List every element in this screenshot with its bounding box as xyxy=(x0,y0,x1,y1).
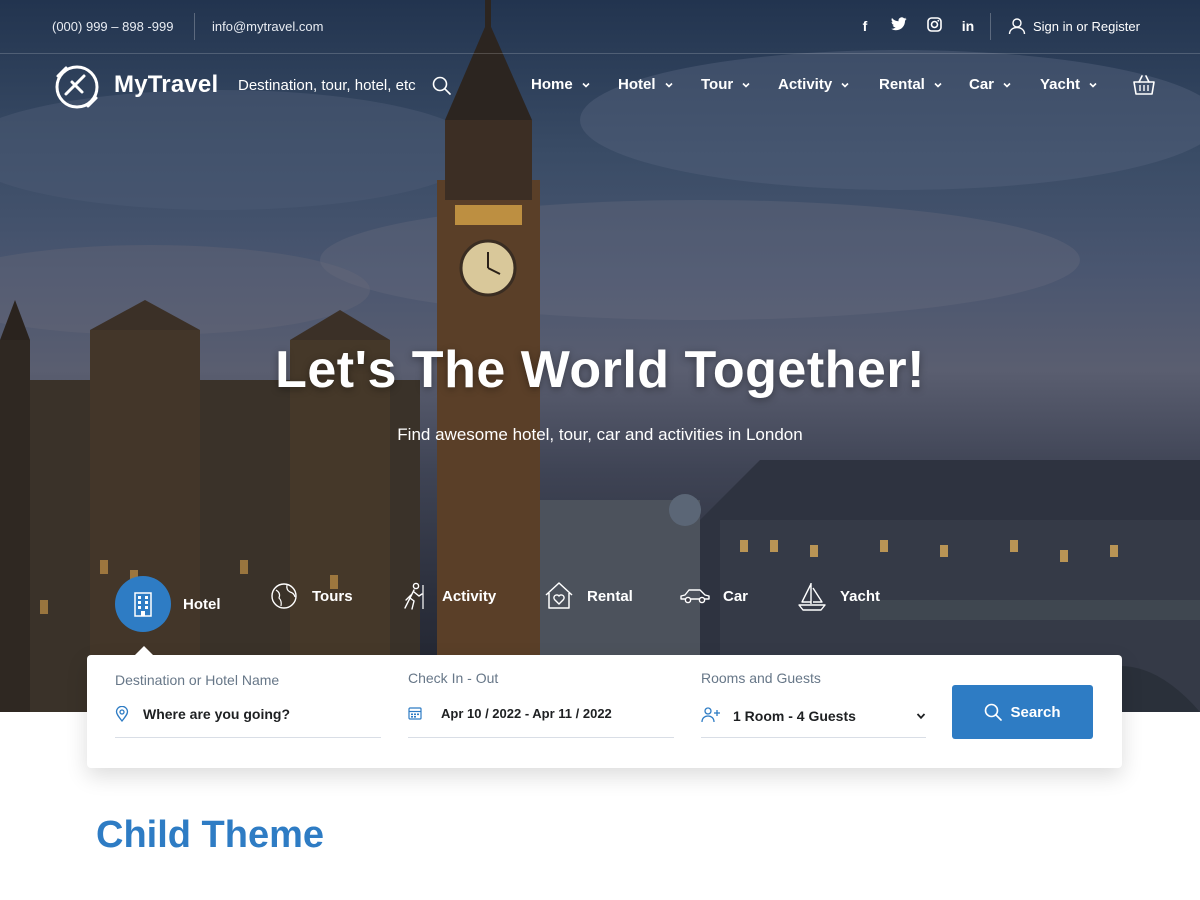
tab-rental-label: Rental xyxy=(587,587,633,605)
tab-activity[interactable]: Activity xyxy=(398,580,496,612)
tab-yacht[interactable]: Yacht xyxy=(796,580,880,612)
tab-pointer xyxy=(135,646,153,655)
tab-tours-label: Tours xyxy=(312,587,353,605)
nav-home[interactable]: Home xyxy=(531,76,591,93)
guests-label: Rooms and Guests xyxy=(701,670,821,686)
dates-label: Check In - Out xyxy=(408,670,499,686)
signin-link[interactable]: Sign in or Register xyxy=(1008,17,1140,35)
user-icon xyxy=(1008,18,1026,35)
house-heart-icon xyxy=(545,582,573,609)
header-search-input[interactable]: Destination, tour, hotel, etc xyxy=(238,77,416,94)
instagram-icon[interactable] xyxy=(925,17,943,35)
twitter-icon[interactable] xyxy=(890,17,908,35)
nav-tour[interactable]: Tour xyxy=(701,76,751,93)
search-icon xyxy=(985,703,1003,721)
sailboat-icon xyxy=(798,583,826,611)
cart-icon[interactable] xyxy=(1132,74,1156,96)
chevron-down-icon xyxy=(582,82,590,88)
chevron-down-icon xyxy=(664,82,673,88)
calendar-icon xyxy=(408,707,422,720)
nav-activity-label: Activity xyxy=(778,76,833,93)
nav-hotel-label: Hotel xyxy=(618,76,656,93)
nav-rental-label: Rental xyxy=(879,76,925,93)
signin-label: Sign in or Register xyxy=(1033,18,1140,34)
chevron-down-icon[interactable] xyxy=(916,712,926,720)
nav-hotel[interactable]: Hotel xyxy=(618,76,674,93)
chevron-down-icon xyxy=(1003,82,1011,88)
search-icon[interactable] xyxy=(432,76,451,95)
chevron-down-icon xyxy=(1089,82,1097,88)
tab-hotel[interactable] xyxy=(115,576,171,632)
facebook-icon[interactable]: f xyxy=(856,17,874,35)
tab-yacht-label: Yacht xyxy=(840,587,881,605)
search-form: Destination or Hotel Name Where are you … xyxy=(87,655,1122,768)
search-button-label: Search xyxy=(1010,703,1061,721)
phone-number[interactable]: (000) 999 – 898 -999 xyxy=(52,19,173,34)
tab-rental[interactable]: Rental xyxy=(543,580,633,612)
nav-tour-label: Tour xyxy=(701,76,734,93)
brand-name[interactable]: MyTravel xyxy=(114,71,218,99)
tab-car-label: Car xyxy=(723,587,749,605)
email-address[interactable]: info@mytravel.com xyxy=(212,19,323,34)
tab-tours[interactable]: Tours xyxy=(268,580,353,612)
chevron-down-icon xyxy=(934,82,942,88)
linkedin-icon[interactable]: in xyxy=(959,17,977,35)
search-button[interactable]: Search xyxy=(952,685,1093,739)
destination-underline xyxy=(115,737,381,738)
chevron-down-icon xyxy=(742,82,750,88)
top-bar: (000) 999 – 898 -999 info@mytravel.com f… xyxy=(0,0,1200,54)
nav-rental[interactable]: Rental xyxy=(879,76,943,93)
map-pin-icon xyxy=(115,706,129,722)
nav-car-label: Car xyxy=(969,76,995,93)
globe-icon xyxy=(271,583,297,609)
topbar-divider xyxy=(194,13,195,40)
dates-underline xyxy=(408,737,674,738)
nav-activity[interactable]: Activity xyxy=(778,76,850,93)
topbar-divider xyxy=(990,13,991,40)
nav-yacht[interactable]: Yacht xyxy=(1040,76,1098,93)
nav-car[interactable]: Car xyxy=(969,76,1012,93)
destination-label: Destination or Hotel Name xyxy=(115,672,280,688)
car-icon xyxy=(680,589,710,604)
guests-icon xyxy=(701,707,720,723)
section-title: Child Theme xyxy=(96,814,325,856)
tab-activity-label: Activity xyxy=(442,587,497,605)
tab-car[interactable]: Car xyxy=(679,580,748,612)
hero-title: Let's The World Together! xyxy=(275,341,925,399)
hiker-icon xyxy=(404,582,424,610)
hero-subtitle: Find awesome hotel, tour, car and activi… xyxy=(397,425,803,444)
nav-yacht-label: Yacht xyxy=(1040,76,1081,93)
logo-icon[interactable] xyxy=(52,62,102,112)
tab-hotel-label[interactable]: Hotel xyxy=(183,596,221,613)
hotel-icon xyxy=(134,592,152,617)
dates-input[interactable]: Apr 10 / 2022 - Apr 11 / 2022 xyxy=(441,706,612,721)
chevron-down-icon xyxy=(841,82,849,88)
guests-select[interactable]: 1 Room - 4 Guests xyxy=(733,708,856,724)
guests-underline xyxy=(701,737,926,738)
destination-input[interactable]: Where are you going? xyxy=(143,706,290,722)
nav-home-label: Home xyxy=(531,76,573,93)
